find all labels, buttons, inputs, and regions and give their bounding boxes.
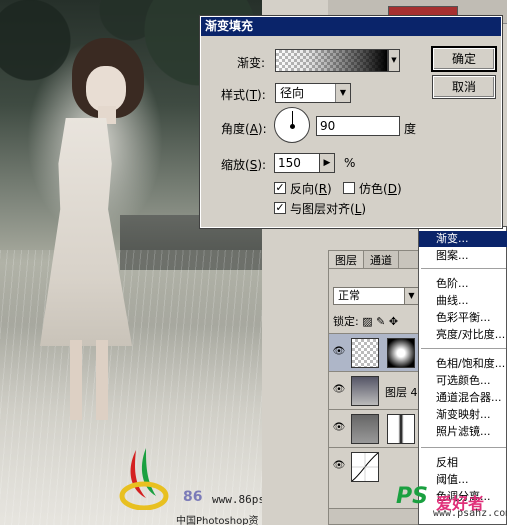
curves-adjustment-icon — [351, 452, 379, 482]
logo-url: www.86ps.com — [212, 493, 262, 506]
lock-brush-icon[interactable]: ✎ — [376, 315, 385, 328]
menu-item-pattern[interactable]: 图案... — [419, 248, 507, 264]
cancel-button[interactable]: 取消 — [432, 75, 496, 99]
girl-leg-right — [96, 340, 108, 420]
blend-mode-select[interactable]: 正常 ▼ — [333, 287, 419, 305]
menu-item-photo-filter[interactable]: 照片滤镜... — [419, 424, 507, 440]
menu-separator — [421, 447, 506, 448]
scale-unit: % — [344, 156, 356, 170]
menu-item-brightness-contrast[interactable]: 亮度/对比度... — [419, 327, 507, 343]
layer-row[interactable]: 👁 — [329, 447, 421, 485]
chevron-down-icon[interactable]: ▼ — [335, 84, 350, 102]
layer-name: 图层 4 — [385, 386, 418, 399]
angle-input[interactable]: 90 — [316, 116, 400, 136]
menu-item-selective-color[interactable]: 可选颜色... — [419, 373, 507, 389]
align-with-layer-checkbox[interactable]: ✓ — [274, 202, 286, 214]
angle-label: 角度(A): — [221, 122, 267, 136]
menu-item-gradient[interactable]: 渐变... — [419, 231, 507, 247]
menu-item-color-balance[interactable]: 色彩平衡... — [419, 310, 507, 326]
style-label: 样式(T): — [221, 88, 266, 102]
logo-subtitle: 中国Photoshop资源网 — [176, 516, 259, 525]
layer-mask-thumbnail — [387, 338, 415, 368]
layer-row[interactable]: 👁 — [329, 333, 421, 371]
layers-tabs: 图层 通道 — [329, 251, 419, 269]
watermark-url: www.psahz.com — [433, 508, 507, 519]
chevron-down-icon[interactable]: ▼ — [404, 288, 418, 304]
layer-thumbnail — [351, 376, 379, 406]
ok-button[interactable]: 确定 — [431, 46, 497, 72]
layers-bottom-bar — [329, 508, 421, 524]
layer-row[interactable]: 👁 — [329, 409, 421, 447]
reverse-label: 反向(R) — [290, 182, 332, 196]
layer-row[interactable]: 👁 图层 4 — [329, 371, 421, 409]
lock-row: 锁定: ▨ ✎ ✥ — [333, 313, 398, 329]
blend-mode-value: 正常 — [338, 289, 360, 302]
scale-input[interactable]: 150 — [274, 153, 320, 173]
menu-item-threshold[interactable]: 阈值... — [419, 472, 507, 488]
gradient-fill-dialog: 渐变填充 渐变: ▼ 样式(T): 径向 ▼ 角度(A): 90 度 缩放(S)… — [199, 15, 503, 229]
style-value: 径向 — [280, 86, 305, 100]
layer-thumbnail — [351, 414, 379, 444]
angle-dial-center — [290, 124, 295, 129]
angle-dial[interactable] — [274, 107, 310, 143]
scale-slider-arrow-icon[interactable]: ▶ — [319, 153, 335, 173]
scale-label: 缩放(S): — [221, 158, 267, 172]
color-swatch[interactable] — [388, 6, 458, 16]
logo-mark-icon — [119, 448, 169, 510]
menu-item-gradient-map[interactable]: 渐变映射... — [419, 407, 507, 423]
layer-mask-thumbnail — [387, 414, 415, 444]
lock-label: 锁定: — [333, 315, 359, 328]
gradient-label: 渐变: — [237, 56, 266, 70]
eye-icon[interactable]: 👁 — [332, 346, 346, 358]
reverse-checkbox[interactable]: ✓ — [274, 182, 286, 194]
dialog-title[interactable]: 渐变填充 — [201, 17, 501, 36]
menu-separator — [421, 268, 506, 269]
gradient-preview[interactable] — [275, 49, 388, 72]
lock-move-icon[interactable]: ✥ — [389, 315, 398, 328]
menu-item-hue-saturation[interactable]: 色相/饱和度... — [419, 356, 507, 372]
adjustment-layer-menu: 渐变... 图案... 色阶... 曲线... 色彩平衡... 亮度/对比度..… — [418, 226, 507, 525]
layer-thumbnail — [351, 338, 379, 368]
menu-item-channel-mixer[interactable]: 通道混合器... — [419, 390, 507, 406]
dither-label: 仿色(D) — [359, 182, 402, 196]
girl-leg-left — [70, 340, 82, 420]
menu-separator — [421, 348, 506, 349]
align-with-layer-label: 与图层对齐(L) — [290, 202, 367, 216]
menu-item-levels[interactable]: 色阶... — [419, 276, 507, 292]
eye-icon[interactable]: 👁 — [332, 384, 346, 396]
menu-item-invert[interactable]: 反相 — [419, 455, 507, 471]
eye-icon[interactable]: 👁 — [332, 422, 346, 434]
logo-number: 86 — [183, 489, 203, 505]
lock-transparent-icon[interactable]: ▨ — [362, 315, 372, 328]
menu-item-curves[interactable]: 曲线... — [419, 293, 507, 309]
dither-checkbox[interactable] — [343, 182, 355, 194]
eye-icon[interactable]: 👁 — [332, 460, 346, 472]
watermark-ps: PS — [396, 484, 428, 509]
tab-channels[interactable]: 通道 — [364, 251, 399, 268]
tab-layers[interactable]: 图层 — [329, 251, 364, 268]
angle-unit: 度 — [404, 122, 417, 136]
gradient-dropdown-icon[interactable]: ▼ — [388, 49, 400, 72]
style-select[interactable]: 径向 ▼ — [275, 83, 351, 103]
